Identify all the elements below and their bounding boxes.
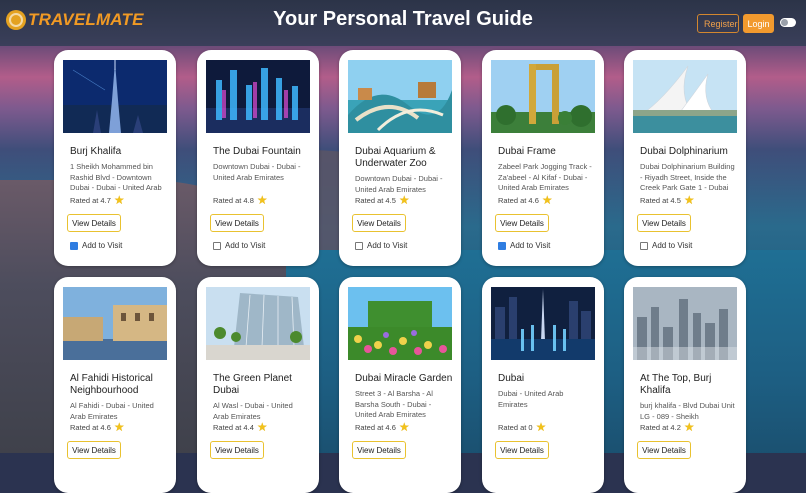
attraction-card: Dubai Dubai - United Arab Emirates Rated… [482,277,604,493]
card-address: Dubai - United Arab Emirates [498,389,564,409]
card-title: Dubai Miracle Garden [355,373,453,384]
star-icon: ★ [113,420,125,434]
dubai-image [491,287,595,360]
add-to-visit-checkbox[interactable]: Add to Visit [640,241,692,250]
login-button[interactable]: Login [743,14,774,33]
top-bar: TRAVELMATE Your Personal Travel Guide Re… [0,0,806,46]
card-title: Dubai Frame [498,146,556,157]
star-icon: ★ [113,193,125,207]
dubai-aquarium-image [348,60,452,133]
card-address: Al Wasl - Dubai - United Arab Emirates [213,401,293,421]
card-rating: Rated at 4.6 ★ [355,420,410,434]
attraction-card: At The Top, Burj Khalifa burj khalifa - … [624,277,746,493]
attraction-card: Al Fahidi Historical Neighbourhood Al Fa… [54,277,176,493]
checkbox-checked[interactable] [70,241,78,250]
page-title: Your Personal Travel Guide [273,8,533,30]
card-address: burj khalifa - Blvd Dubai Unit LG - 089 … [640,401,735,421]
view-details-button[interactable]: View Details [637,214,691,232]
checkbox-unchecked[interactable] [640,241,648,250]
card-rating: Rated at 4.5 ★ [355,193,410,207]
dubai-dolphinarium-image [633,60,737,133]
attraction-card: Dubai Aquarium & Underwater Zoo Downtown… [339,50,461,266]
card-address: Dubai Dolphinarium Building - Riyadh Str… [640,162,735,192]
card-title: The Green Planet Dubai [213,373,292,396]
star-icon: ★ [541,193,553,207]
view-details-button[interactable]: View Details [210,441,264,459]
card-rating: Rated at 0 ★ [498,420,547,434]
star-icon: ★ [683,193,695,207]
card-address: Downtown Dubai - Dubai - United Arab Emi… [213,162,301,182]
view-details-button[interactable]: View Details [495,441,549,459]
card-title: Al Fahidi Historical Neighbourhood [70,373,153,396]
star-icon: ★ [398,193,410,207]
add-to-visit-checkbox[interactable]: Add to Visit [498,241,550,250]
attraction-card: Dubai Frame Zabeel Park Jogging Track - … [482,50,604,266]
view-details-button[interactable]: View Details [67,214,121,232]
green-planet-image [206,287,310,360]
card-title: Burj Khalifa [70,146,122,157]
card-address: Zabeel Park Jogging Track - Za'abeel - A… [498,162,592,192]
card-rating: Rated at 4.4 ★ [213,420,268,434]
card-rating: Rated at 4.7 ★ [70,193,125,207]
card-rating: Rated at 4.5 ★ [640,193,695,207]
card-title: The Dubai Fountain [213,146,301,157]
card-rating: Rated at 4.6 ★ [70,420,125,434]
al-fahidi-image [63,287,167,360]
card-title: Dubai Dolphinarium [640,146,728,157]
view-details-button[interactable]: View Details [352,214,406,232]
card-rating: Rated at 4.2 ★ [640,420,695,434]
star-icon: ★ [535,420,547,434]
at-the-top-image [633,287,737,360]
attraction-card: Dubai Miracle Garden Street 3 - Al Barsh… [339,277,461,493]
checkbox-unchecked[interactable] [213,241,221,250]
star-icon: ★ [256,193,268,207]
card-title: At The Top, Burj Khalifa [640,373,712,396]
view-details-button[interactable]: View Details [637,441,691,459]
star-icon: ★ [398,420,410,434]
theme-toggle[interactable] [780,18,796,27]
card-address: 1 Sheikh Mohammed bin Rashid Blvd - Down… [70,162,162,192]
card-address: Street 3 - Al Barsha - Al Barsha South -… [355,389,433,419]
attraction-card: Dubai Dolphinarium Dubai Dolphinarium Bu… [624,50,746,266]
card-rating: Rated at 4.8 ★ [213,193,268,207]
add-to-visit-checkbox[interactable]: Add to Visit [355,241,407,250]
checkbox-unchecked[interactable] [355,241,363,250]
view-details-button[interactable]: View Details [495,214,549,232]
card-rating: Rated at 4.6 ★ [498,193,553,207]
add-to-visit-checkbox[interactable]: Add to Visit [213,241,265,250]
attraction-card: The Green Planet Dubai Al Wasl - Dubai -… [197,277,319,493]
card-title: Dubai Aquarium & Underwater Zoo [355,146,436,169]
card-title: Dubai [498,373,525,384]
view-details-button[interactable]: View Details [352,441,406,459]
attraction-card: The Dubai Fountain Downtown Dubai - Duba… [197,50,319,266]
miracle-garden-image [348,287,452,360]
star-icon: ★ [256,420,268,434]
card-address: Downtown Dubai - Dubai - United Arab Emi… [355,174,443,194]
register-button[interactable]: Register [697,14,739,33]
attraction-card: Burj Khalifa 1 Sheikh Mohammed bin Rashi… [54,50,176,266]
add-to-visit-checkbox[interactable]: Add to Visit [70,241,122,250]
checkbox-checked[interactable] [498,241,506,250]
burj-khalifa-image [63,60,167,133]
star-icon: ★ [683,420,695,434]
view-details-button[interactable]: View Details [67,441,121,459]
card-address: Al Fahidi - Dubai - United Arab Emirates [70,401,154,421]
view-details-button[interactable]: View Details [210,214,264,232]
dubai-frame-image [491,60,595,133]
dubai-fountain-image [206,60,310,133]
